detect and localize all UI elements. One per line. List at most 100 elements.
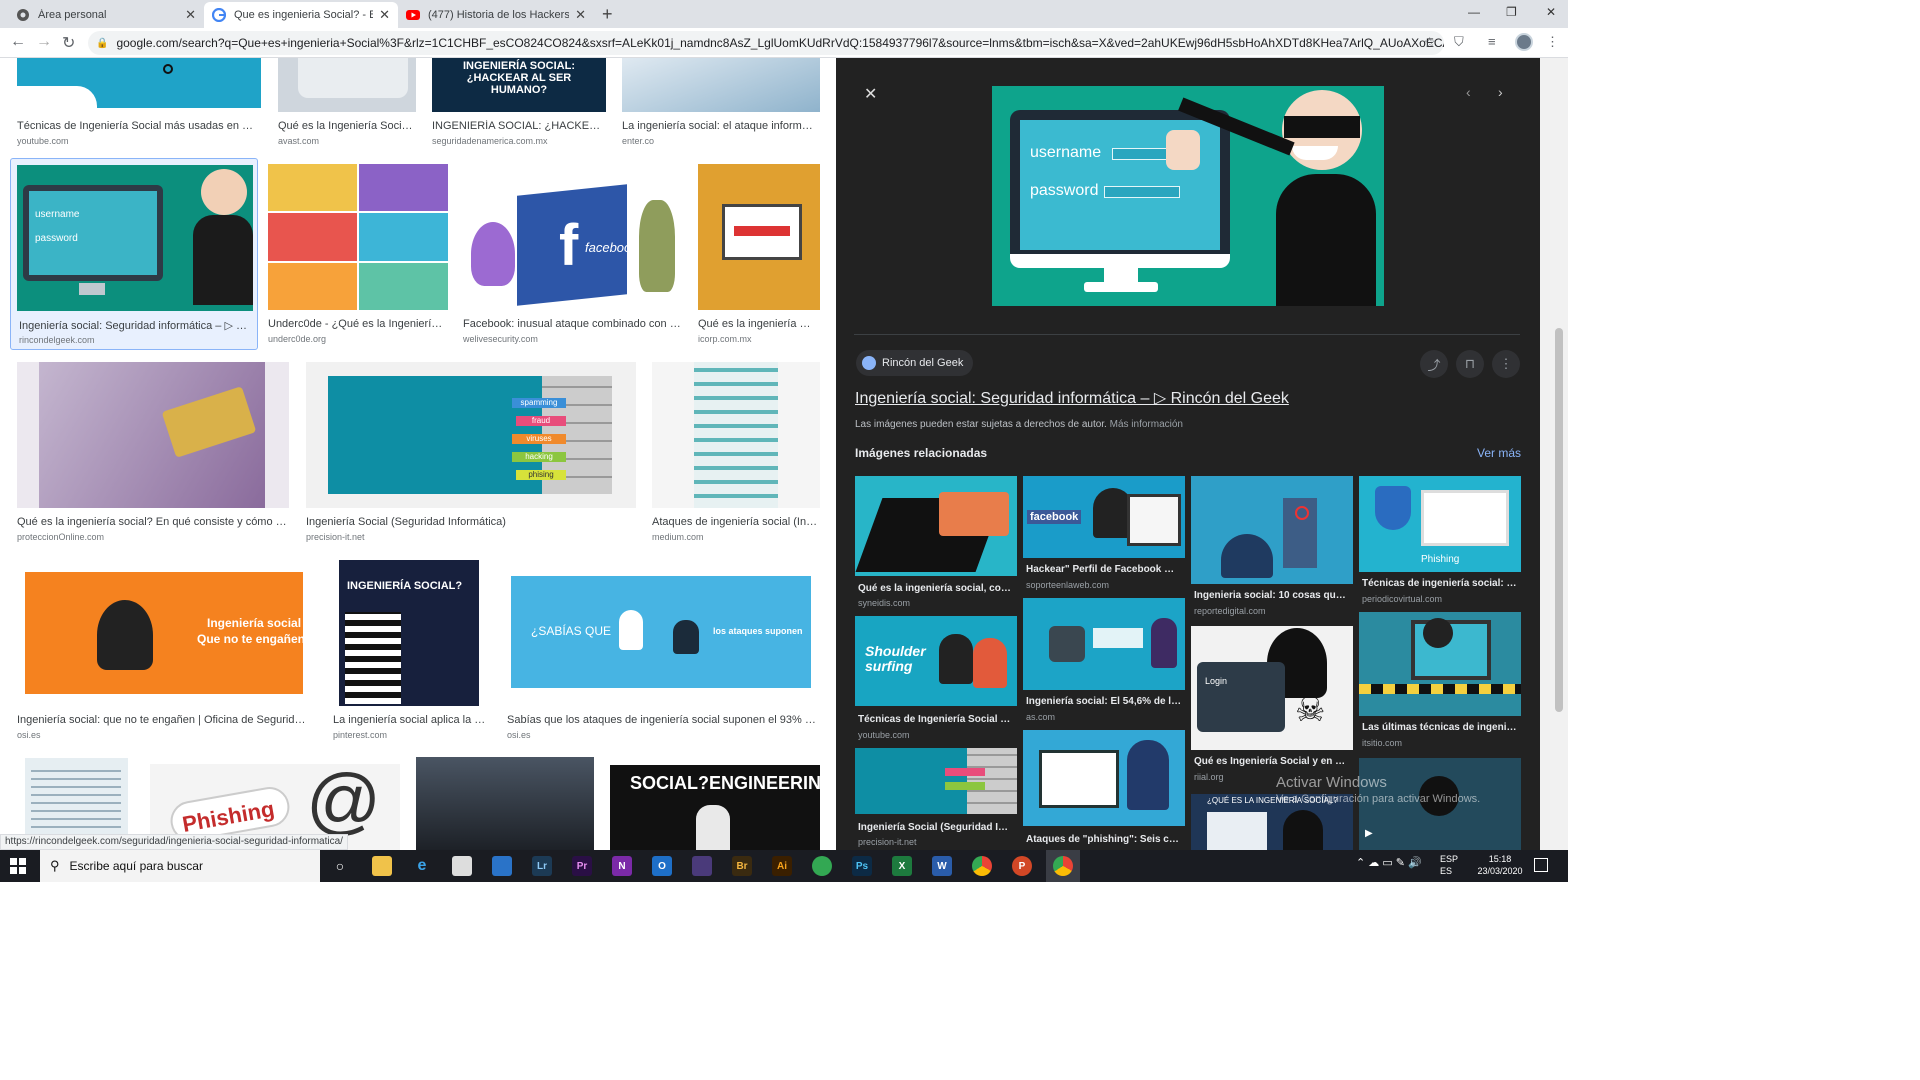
bookmark-icon[interactable]: ⊓ [1456, 350, 1484, 378]
result-thumbnail[interactable]: ¿SABÍAS QUE los ataques suponen [507, 560, 820, 706]
windows-start-icon[interactable] [10, 858, 26, 874]
result-caption[interactable]: Técnicas de Ingeniería Social más usadas… [17, 120, 257, 132]
app-icon[interactable] [452, 856, 472, 876]
result-thumbnail[interactable] [698, 164, 820, 310]
related-image[interactable]: Ingeniería social: El 54,6% de los... as… [1023, 598, 1185, 724]
store-icon[interactable] [492, 856, 512, 876]
app-icon[interactable] [812, 856, 832, 876]
related-thumbnail[interactable] [1191, 476, 1353, 584]
file-explorer-icon[interactable] [372, 856, 392, 876]
result-caption[interactable]: Ingeniería social: que no te engañen | O… [17, 714, 311, 726]
bookmark-star-icon[interactable]: ☆ [1423, 34, 1436, 51]
bridge-icon[interactable]: Br [732, 856, 752, 876]
chevron-left-icon[interactable]: ‹ [1466, 84, 1471, 100]
source-chip[interactable]: Rincón del Geek [856, 350, 974, 376]
result-caption[interactable]: Ingeniería social: Seguridad informática… [19, 319, 249, 332]
result-caption[interactable]: Qué es la ingeniería so... [698, 318, 816, 330]
chrome-active-icon[interactable] [1046, 850, 1080, 882]
close-icon[interactable]: ✕ [864, 84, 877, 104]
related-image[interactable]: Ingeniería Social (Seguridad Info... pre… [855, 748, 1017, 850]
scrollbar-thumb[interactable] [1555, 328, 1563, 712]
result-card[interactable]: INGENIERÍA SOCIAL? La ingeniería social … [333, 560, 489, 740]
cortana-icon[interactable]: ○ [330, 856, 350, 876]
result-caption[interactable]: Qué es la ingeniería social? En qué cons… [17, 516, 287, 528]
result-thumbnail[interactable]: SOCIAL?ENGINEERING [610, 765, 820, 850]
result-caption[interactable]: INGENIERÍA SOCIAL: ¿HACKEAR AL... [432, 120, 604, 132]
tab-area-personal[interactable]: Área personal ✕ [8, 2, 204, 28]
related-image[interactable]: Shoulder surfing Técnicas de Ingeniería … [855, 616, 1017, 742]
related-thumbnail[interactable] [855, 748, 1017, 814]
result-thumbnail[interactable] [268, 164, 448, 310]
result-card[interactable]: Qué es la ingeniería so... icorp.com.mx [698, 164, 820, 350]
chevron-right-icon[interactable]: › [1498, 84, 1503, 100]
lightroom-icon[interactable]: Lr [532, 856, 552, 876]
result-card[interactable]: La ingeniería social: el ataque informát… [622, 58, 820, 150]
related-caption[interactable]: Ingenieria social: 10 cosas que ... [1194, 590, 1350, 601]
media-icon[interactable]: ≡ [1488, 34, 1496, 49]
result-card[interactable]: Técnicas de Ingeniería Social más usadas… [17, 58, 261, 150]
premiere-icon[interactable]: Pr [572, 856, 592, 876]
scrollbar[interactable] [1540, 58, 1568, 850]
related-image[interactable]: Phishing Técnicas de ingeniería social: … [1359, 476, 1521, 606]
taskbar-clock[interactable]: 15:18 23/03/2020 [1476, 853, 1524, 877]
result-card[interactable]: Qué es la ingeniería social? En qué cons… [17, 362, 289, 542]
result-card[interactable] [416, 757, 594, 850]
result-card[interactable]: Underc0de - ¿Qué es la Ingeniería S... u… [268, 164, 448, 350]
taskbar-search[interactable]: ⚲ Escribe aquí para buscar [40, 850, 320, 882]
result-caption[interactable]: Underc0de - ¿Qué es la Ingeniería S... [268, 318, 446, 330]
result-card[interactable]: ¿SABÍAS QUE los ataques suponen Sabías q… [507, 560, 820, 740]
result-caption[interactable]: Facebook: inusual ataque combinado con I… [463, 318, 681, 330]
forward-icon[interactable]: → [36, 33, 52, 51]
more-options-icon[interactable]: ⋮ [1492, 350, 1520, 378]
notifications-icon[interactable] [1534, 858, 1548, 872]
related-image[interactable]: Ataques de "phishing": Seis con... [1023, 730, 1185, 850]
close-icon[interactable]: ✕ [185, 7, 196, 23]
related-thumbnail[interactable]: Phishing [1359, 476, 1521, 572]
system-tray-icons[interactable]: ⌃ ☁ ▭ ✎ 🔊 [1356, 856, 1422, 869]
result-card-selected[interactable]: username password Ingeniería social: Seg… [10, 158, 258, 350]
menu-kebab-icon[interactable]: ⋮ [1546, 34, 1559, 50]
onenote-icon[interactable]: N [612, 856, 632, 876]
result-thumbnail[interactable]: INGENIERÍA SOCIAL: ¿HACKEAR AL SER HUMAN… [432, 58, 606, 112]
result-thumbnail[interactable]: INGENIERÍA SOCIAL? [333, 560, 489, 706]
app-icon[interactable] [692, 856, 712, 876]
tab-google-search[interactable]: Que es ingenieria Social? - Búsqu ✕ [204, 2, 398, 28]
edge-icon[interactable]: e [412, 856, 432, 876]
result-caption[interactable]: La ingeniería social: el ataque informát… [622, 120, 818, 132]
address-bar[interactable]: 🔒 google.com/search?q=Que+es+ingenieria+… [88, 31, 1444, 55]
related-caption[interactable]: Técnicas de ingeniería social: P... [1362, 578, 1518, 589]
more-info-link[interactable]: Más información [1110, 419, 1183, 430]
shield-extension-icon[interactable]: ⛉ [1454, 34, 1464, 50]
related-thumbnail[interactable]: facebook [1023, 476, 1185, 558]
related-thumbnail[interactable] [1359, 612, 1521, 716]
related-image[interactable]: facebook Hackear" Perfil de Facebook me.… [1023, 476, 1185, 592]
related-caption[interactable]: Ataques de "phishing": Seis con... [1026, 834, 1182, 845]
result-card[interactable]: INGENIERÍA SOCIAL: ¿HACKEAR AL SER HUMAN… [432, 58, 606, 150]
preview-image[interactable]: username password [992, 86, 1384, 306]
related-caption[interactable]: Hackear" Perfil de Facebook me... [1026, 564, 1182, 575]
result-thumbnail[interactable] [278, 58, 416, 112]
related-caption[interactable]: Las últimas técnicas de ingenier... [1362, 722, 1518, 733]
result-thumbnail[interactable]: Ingeniería social Que no te engañen [17, 560, 313, 706]
result-thumbnail[interactable]: spamming fraud viruses hacking phising [306, 362, 636, 508]
result-card[interactable]: spamming fraud viruses hacking phising I… [306, 362, 636, 542]
result-thumbnail[interactable] [416, 757, 594, 850]
related-caption[interactable]: Ingeniería Social (Seguridad Info... [858, 822, 1014, 833]
tab-youtube[interactable]: (477) Historia de los Hackers Info ✕ [398, 2, 594, 28]
preview-title-link[interactable]: Ingeniería social: Seguridad informática… [855, 388, 1289, 408]
related-caption[interactable]: Técnicas de Ingeniería Social m... [858, 714, 1014, 725]
outlook-icon[interactable]: O [652, 856, 672, 876]
related-caption[interactable]: Qué es la ingeniería social, cono... [858, 583, 1014, 594]
related-thumbnail[interactable] [1023, 598, 1185, 690]
related-caption[interactable]: Ingeniería social: El 54,6% de los... [1026, 696, 1182, 707]
result-caption[interactable]: Ataques de ingeniería social (Info... [652, 516, 818, 528]
close-icon[interactable]: ✕ [379, 7, 390, 23]
close-window-icon[interactable]: ✕ [1546, 5, 1556, 19]
result-thumbnail[interactable] [17, 58, 261, 108]
result-thumbnail[interactable] [652, 362, 820, 508]
chrome-icon[interactable] [972, 856, 992, 876]
back-icon[interactable]: ← [10, 33, 26, 51]
related-image[interactable]: Las últimas técnicas de ingenier... itsi… [1359, 612, 1521, 748]
result-card[interactable]: SOCIAL?ENGINEERING [610, 765, 820, 850]
result-card[interactable]: Ingeniería social Que no te engañen Inge… [17, 560, 313, 740]
